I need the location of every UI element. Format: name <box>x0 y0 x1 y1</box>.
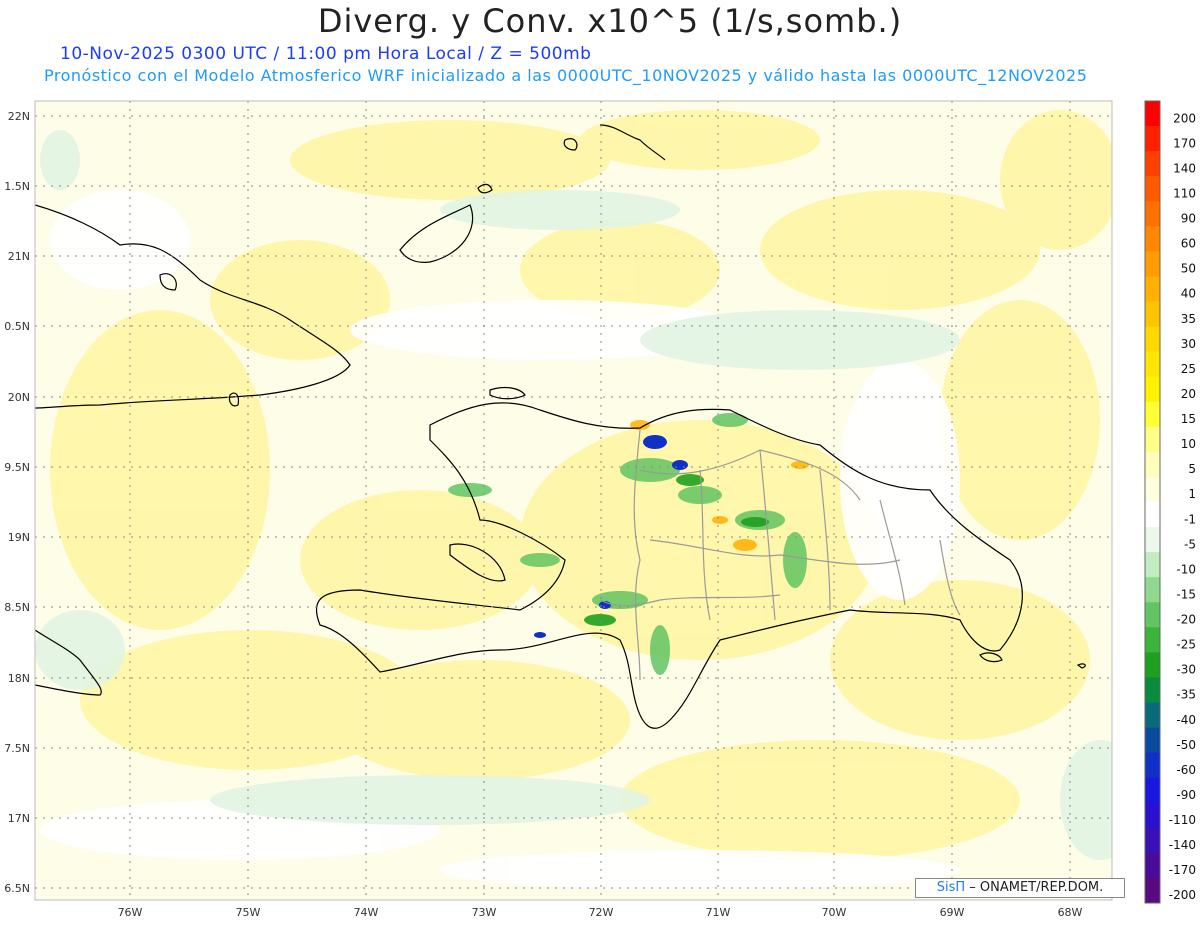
lat-label: 17N <box>8 812 30 825</box>
lon-label: 71W <box>706 906 731 919</box>
colorbar-swatch <box>1145 752 1160 779</box>
lat-label: 1.5N <box>4 180 30 193</box>
colorbar-swatch <box>1145 702 1160 729</box>
colorbar-label: 1 <box>1188 487 1196 501</box>
colorbar-label: 30 <box>1181 337 1196 351</box>
lon-label: 69W <box>940 906 965 919</box>
colorbar-label: -30 <box>1176 663 1196 677</box>
colorbar-swatch <box>1145 226 1160 252</box>
colorbar-swatch <box>1145 727 1160 754</box>
colorbar-label: -35 <box>1176 688 1196 702</box>
colorbar-swatch <box>1145 552 1160 578</box>
colorbar-swatch <box>1145 201 1160 227</box>
colorbar-swatch <box>1145 276 1160 302</box>
colorbar-label: 10 <box>1181 437 1196 451</box>
colorbar-label: 25 <box>1181 362 1196 376</box>
lat-label: 7.5N <box>4 742 30 755</box>
colorbar-swatch <box>1145 802 1160 829</box>
colorbar-label: -200 <box>1169 888 1196 902</box>
colorbar-label: -110 <box>1169 813 1196 827</box>
colorbar-swatch <box>1145 476 1160 503</box>
colorbar-label: 35 <box>1181 312 1196 326</box>
colorbar-swatch <box>1145 877 1160 904</box>
lat-label: 9.5N <box>4 461 30 474</box>
lat-label: 18N <box>8 672 30 685</box>
lon-label: 74W <box>354 906 379 919</box>
colorbar-swatch <box>1145 351 1160 378</box>
colorbar-swatch <box>1145 502 1160 528</box>
colorbar-swatch <box>1145 376 1160 403</box>
latitude-labels: 22N 1.5N 21N 0.5N 20N 9.5N 19N 8.5N 18N … <box>4 110 30 895</box>
lat-label: 0.5N <box>4 320 30 333</box>
colorbar-swatch <box>1145 426 1160 453</box>
colorbar-swatch <box>1145 827 1160 854</box>
lat-label: 20N <box>8 391 30 404</box>
colorbar-label: 140 <box>1173 161 1196 175</box>
colorbar-swatch <box>1145 301 1160 328</box>
colorbar-swatch <box>1145 602 1160 628</box>
colorbar-swatch <box>1145 577 1160 603</box>
colorbar-label: -10 <box>1176 562 1196 576</box>
colorbar-label: 200 <box>1173 111 1196 125</box>
colorbar-label: 60 <box>1181 237 1196 251</box>
colorbar-label: -1 <box>1184 512 1196 526</box>
colorbar-label: 110 <box>1173 186 1196 200</box>
colorbar-label: 20 <box>1181 387 1196 401</box>
lon-label: 75W <box>236 906 261 919</box>
sis-logo-text: SisΠ <box>936 880 966 895</box>
colorbar-label: 50 <box>1181 262 1196 276</box>
colorbar-label: -15 <box>1176 587 1196 601</box>
colorbar-swatch <box>1145 101 1160 127</box>
colorbar-swatch <box>1145 251 1160 277</box>
colorbar-label: -60 <box>1176 763 1196 777</box>
colorbar-label: 15 <box>1181 412 1196 426</box>
lat-label: 22N <box>8 110 30 123</box>
colorbar-label: -50 <box>1176 738 1196 752</box>
colorbar-swatch <box>1145 401 1160 428</box>
lat-label: 19N <box>8 531 30 544</box>
colorbar-label: -170 <box>1169 863 1196 877</box>
colorbar-swatch <box>1145 151 1160 177</box>
lon-label: 76W <box>118 906 143 919</box>
colorbar-swatch <box>1145 652 1160 678</box>
colorbar-label: 5 <box>1188 462 1196 476</box>
longitude-labels: 76W 75W 74W 73W 72W 71W 70W 69W 68W <box>118 906 1083 919</box>
lon-label: 72W <box>589 906 614 919</box>
lon-label: 70W <box>822 906 847 919</box>
colorbar-label: 40 <box>1181 287 1196 301</box>
credit-text: – ONAMET/REP.DOM. <box>965 880 1104 895</box>
colorbar-swatch <box>1145 176 1160 202</box>
lon-label: 68W <box>1058 906 1083 919</box>
lat-label: 8.5N <box>4 601 30 614</box>
lat-label: 6.5N <box>4 882 30 895</box>
colorbar-label: -140 <box>1169 838 1196 852</box>
colorbar-label: -5 <box>1184 537 1196 551</box>
colorbar-label: -40 <box>1176 713 1196 727</box>
colorbar-swatch <box>1145 451 1160 478</box>
credit-box: SisΠ – ONAMET/REP.DOM. <box>915 878 1125 898</box>
lat-label: 21N <box>8 250 30 263</box>
colorbar-swatch <box>1145 677 1160 703</box>
colorbar-label: -90 <box>1176 788 1196 802</box>
colorbar-label: 170 <box>1173 136 1196 150</box>
colorbar-label: 90 <box>1181 212 1196 226</box>
map-figure: 22N 1.5N 21N 0.5N 20N 9.5N 19N 8.5N 18N … <box>4 100 1196 919</box>
colorbar-swatch <box>1145 777 1160 804</box>
colorbar-swatch <box>1145 126 1160 152</box>
colorbar-label: -25 <box>1176 638 1196 652</box>
colorbar-label: -20 <box>1176 613 1196 627</box>
lon-label: 73W <box>472 906 497 919</box>
colorbar-swatch <box>1145 627 1160 653</box>
colorbar: 200 170 140 110 90 60 50 40 35 30 25 20 15 10 5 1 -1 -5 -1… <box>1144 100 1196 904</box>
divergence-field <box>35 101 1112 900</box>
colorbar-swatch <box>1145 326 1160 353</box>
colorbar-swatch <box>1145 527 1160 553</box>
colorbar-swatch <box>1145 852 1160 879</box>
